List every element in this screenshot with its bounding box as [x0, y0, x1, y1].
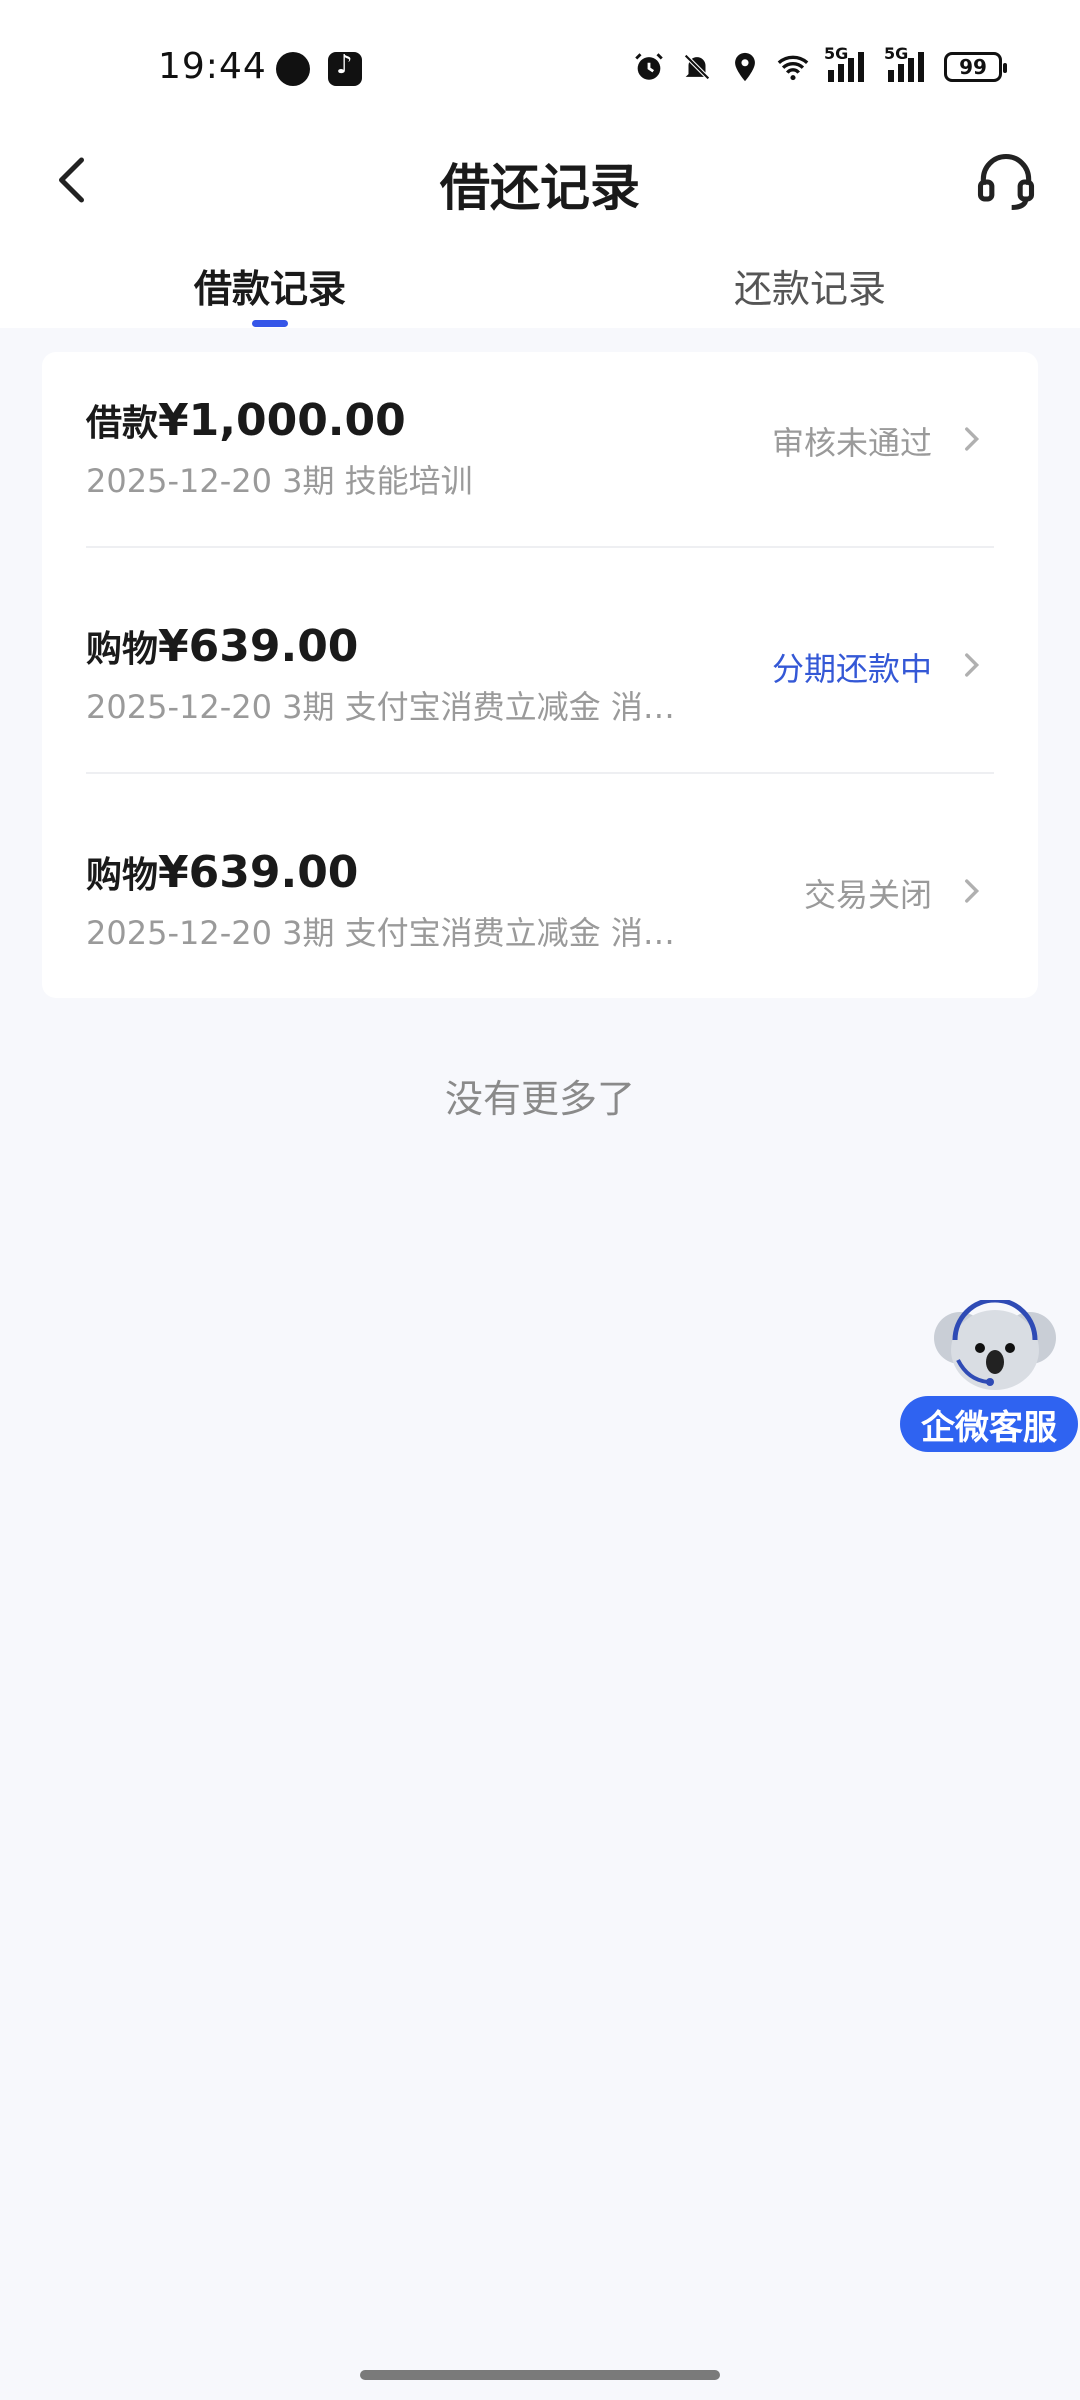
wechat-icon [276, 52, 310, 86]
records-card: 借款¥1,000.00 2025-12-20 3期 技能培训 审核未通过 购物¥… [42, 352, 1038, 998]
divider [86, 546, 994, 548]
chevron-right-icon [965, 427, 980, 451]
koala-mascot-icon [934, 1300, 1056, 1390]
status-time: 19:44 [158, 46, 267, 87]
record-value: ¥1,000.00 [158, 395, 406, 446]
tiktok-icon [328, 50, 362, 86]
home-indicator[interactable] [360, 2370, 720, 2380]
signal-icon: 5G [824, 44, 870, 84]
record-amount: 购物¥639.00 [86, 620, 358, 672]
tab-indicator [252, 320, 288, 327]
list-item[interactable]: 借款¥1,000.00 2025-12-20 3期 技能培训 审核未通过 [86, 352, 994, 578]
tab-loan-records[interactable]: 借款记录 [0, 258, 540, 313]
list-item[interactable]: 购物¥639.00 2025-12-20 3期 支付宝消费立减金 消费卡... … [86, 578, 994, 804]
divider [86, 772, 994, 774]
wifi-icon [777, 55, 809, 81]
chevron-right-icon [965, 879, 980, 903]
alarm-icon [635, 53, 663, 80]
floating-service-button[interactable]: 企微客服 [900, 1300, 1080, 1460]
record-type: 购物 [86, 855, 159, 896]
service-button-label[interactable]: 企微客服 [900, 1396, 1078, 1452]
record-status: 审核未通过 [771, 424, 932, 462]
status-icons: 5G 5G 99 [632, 44, 1007, 84]
record-detail: 2025-12-20 3期 支付宝消费立减金 消费卡... [86, 914, 706, 952]
no-more-text: 没有更多了 [444, 1077, 635, 1121]
record-type: 购物 [86, 629, 159, 670]
chevron-right-icon [965, 653, 980, 677]
page-title: 借还记录 [440, 159, 640, 217]
battery-icon: 99 [944, 52, 1007, 82]
record-value: ¥639.00 [158, 847, 359, 898]
record-detail: 2025-12-20 3期 支付宝消费立减金 消费卡... [86, 688, 706, 726]
signal-label-2: 5G [884, 44, 909, 63]
tab-repayment-records[interactable]: 还款记录 [540, 258, 1080, 313]
headset-icon[interactable] [972, 148, 1040, 216]
signal-icon-2: 5G [884, 44, 930, 84]
record-detail: 2025-12-20 3期 技能培训 [86, 462, 473, 500]
record-type: 借款 [86, 403, 159, 444]
signal-label: 5G [824, 44, 849, 63]
record-amount: 购物¥639.00 [86, 846, 358, 898]
record-amount: 借款¥1,000.00 [86, 394, 406, 446]
list-item[interactable]: 购物¥639.00 2025-12-20 3期 支付宝消费立减金 消费卡... … [86, 804, 994, 1030]
battery-level: 99 [959, 55, 987, 79]
bell-off-icon [684, 54, 710, 80]
record-status: 交易关闭 [803, 876, 932, 914]
location-icon [735, 52, 755, 82]
record-value: ¥639.00 [158, 621, 359, 672]
record-status: 分期还款中 [771, 650, 932, 688]
